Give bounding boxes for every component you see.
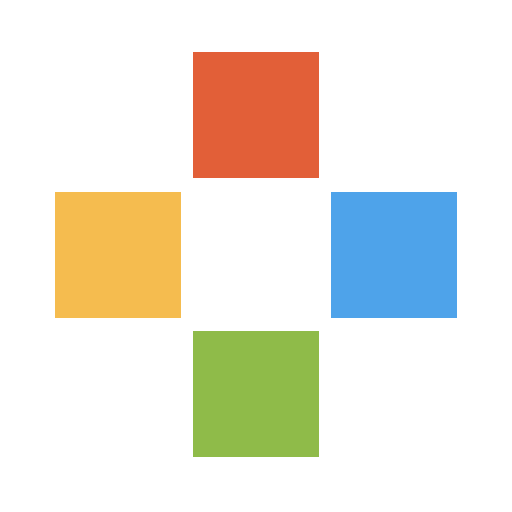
left-yellow-square (55, 192, 181, 318)
bottom-green-square (193, 331, 319, 457)
right-blue-square (331, 192, 457, 318)
top-orange-square (193, 52, 319, 178)
four-squares-logo (0, 0, 512, 512)
